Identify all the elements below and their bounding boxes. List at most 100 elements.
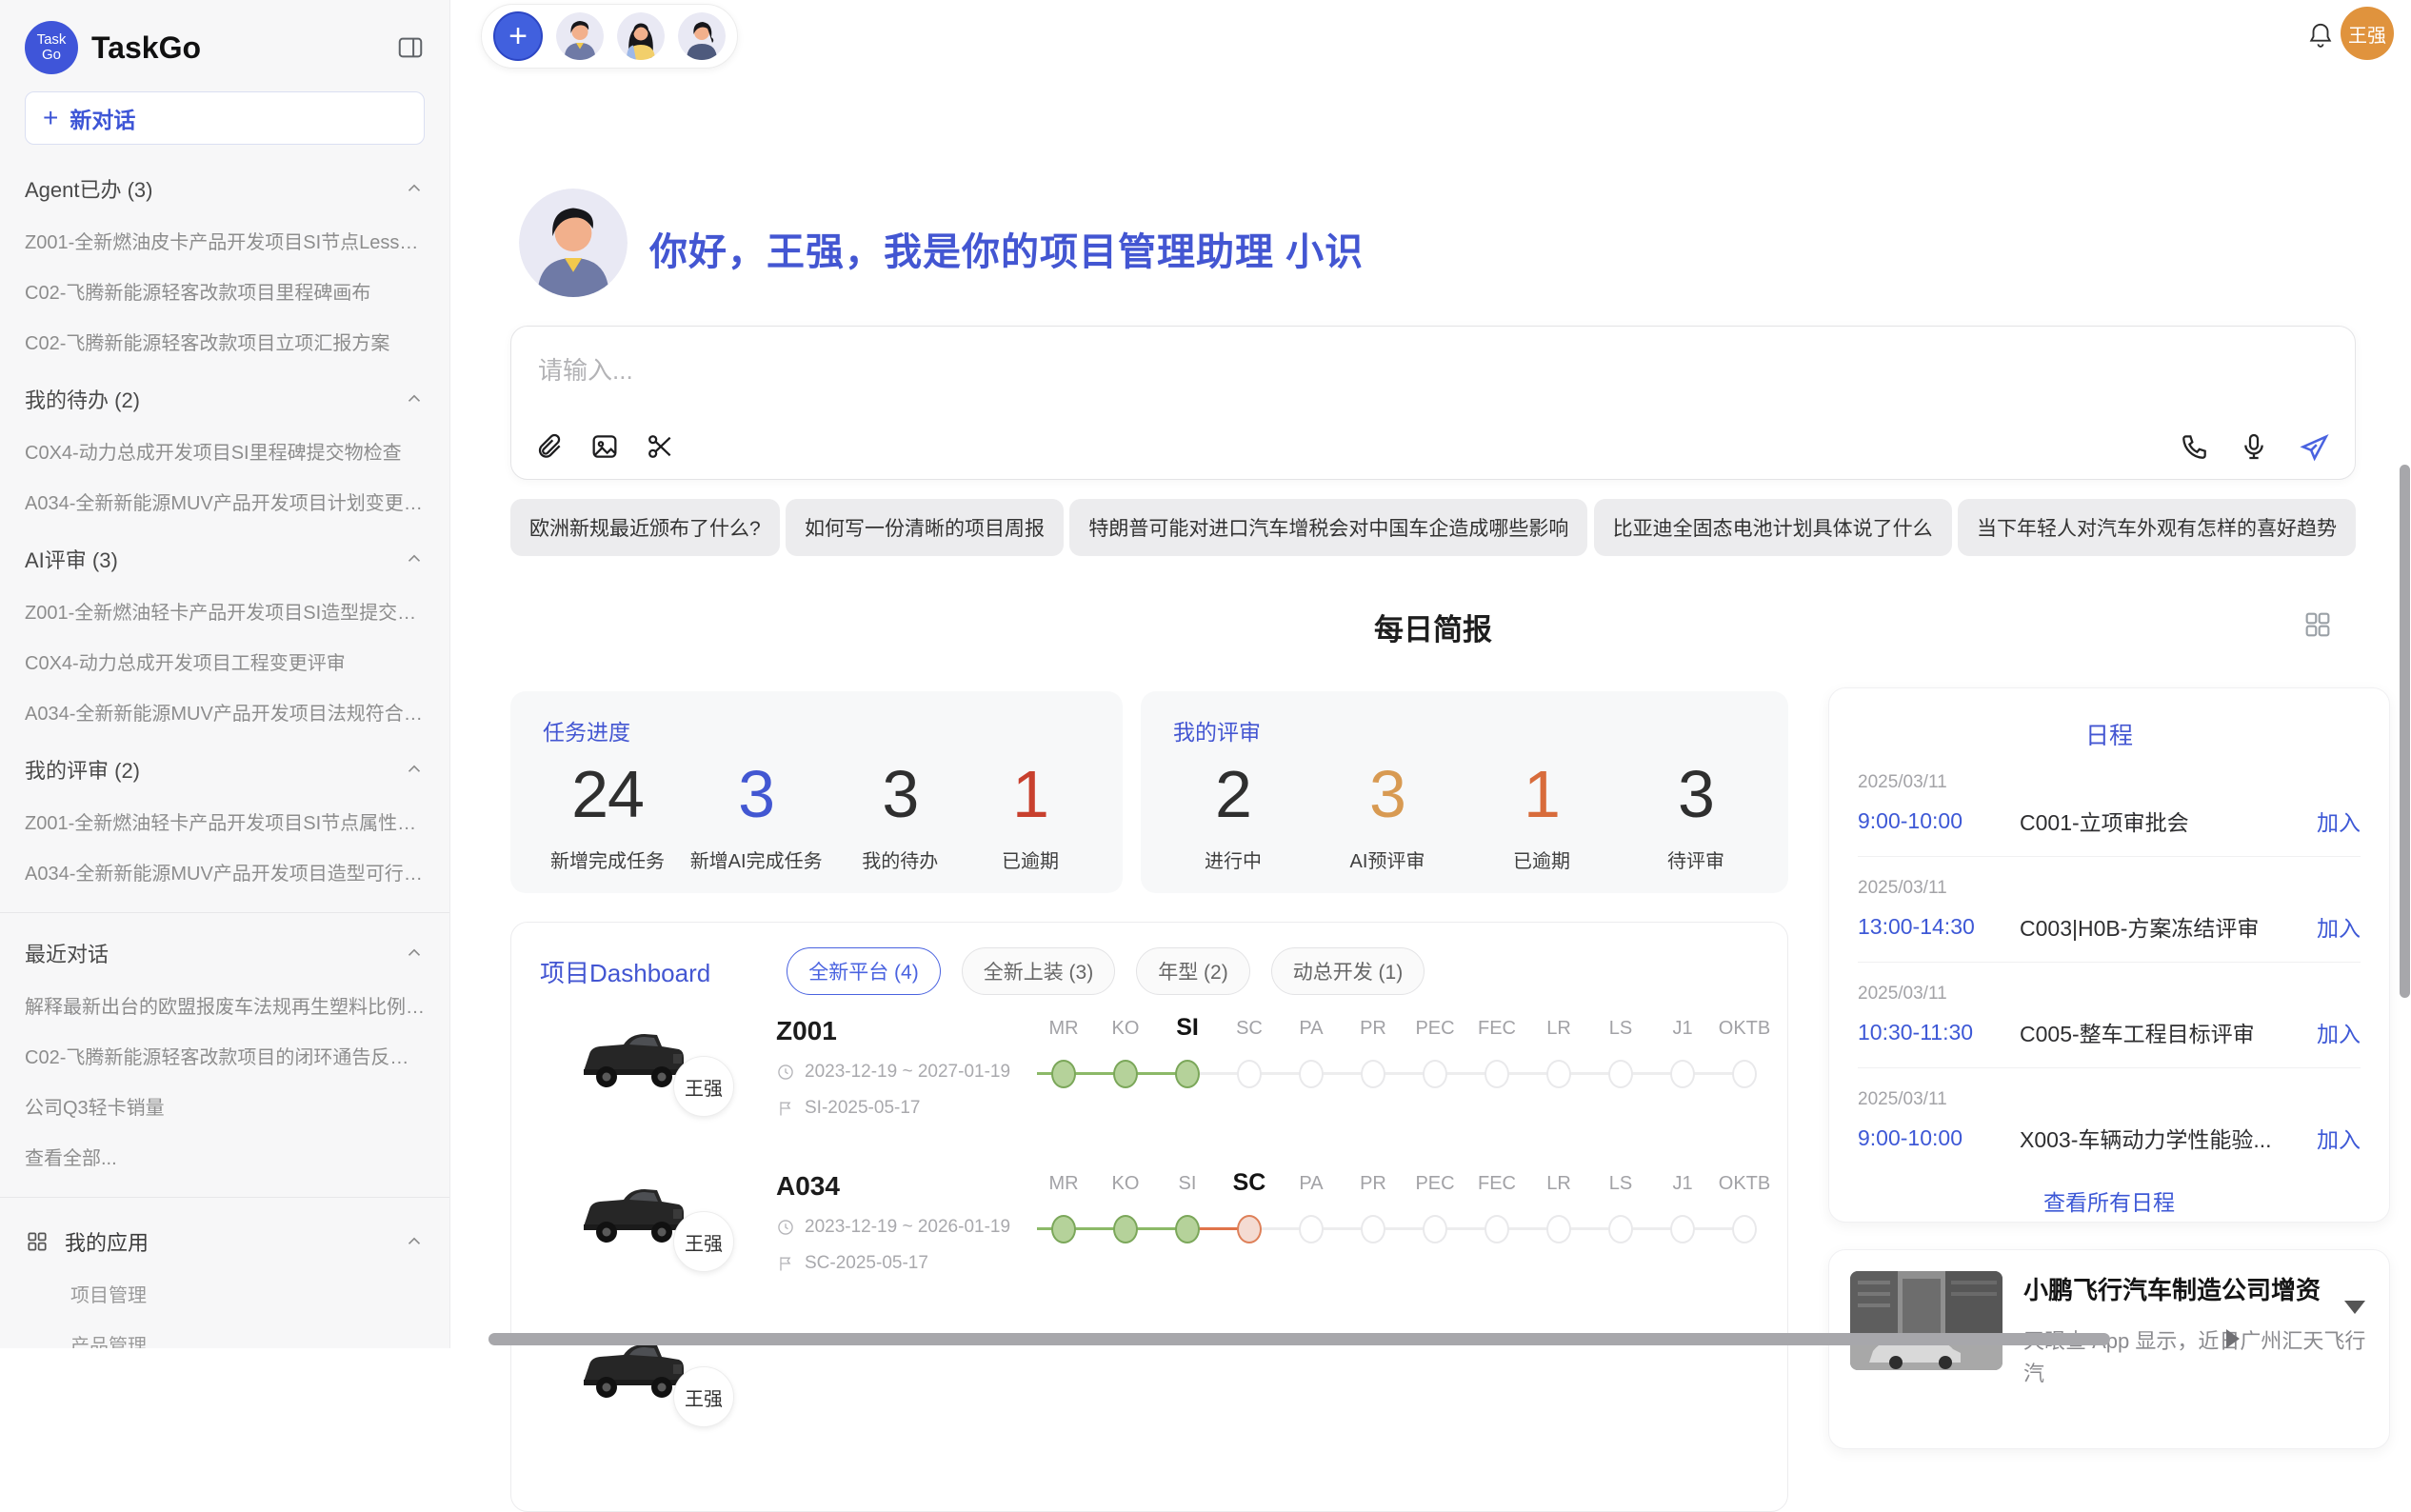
schedule-item: 2025/03/119:00-10:00X003-车辆动力学性能验...加入	[1858, 1068, 2361, 1173]
my-review-stats: 2进行中3AI预评审1已逾期3待评审	[1173, 756, 1756, 873]
app-item[interactable]: 产品管理	[70, 1330, 425, 1348]
suggestion-chip[interactable]: 当下年轻人对汽车外观有怎样的喜好趋势	[1958, 499, 2356, 556]
flag-icon	[776, 1099, 795, 1118]
join-meeting-link[interactable]: 加入	[2317, 910, 2361, 943]
agent-avatar-2[interactable]	[617, 12, 665, 60]
suggestion-chip[interactable]: 如何写一份清晰的项目周报	[786, 499, 1064, 556]
project-flag: SC-2025-05-17	[776, 1253, 928, 1274]
sidebar-section-header[interactable]: 我的评审 (2)	[25, 754, 425, 785]
milestone-dot	[1237, 1060, 1262, 1088]
schedule-time: 9:00-10:00	[1858, 1125, 2020, 1151]
join-meeting-link[interactable]: 加入	[2317, 1122, 2361, 1154]
message-composer[interactable]: 请输入...	[510, 326, 2356, 480]
schedule-items: 2025/03/119:00-10:00C001-立项审批会加入2025/03/…	[1858, 751, 2361, 1173]
sidebar-collapse-icon[interactable]	[396, 33, 425, 62]
dashboard-tab[interactable]: 年型 (2)	[1136, 947, 1250, 995]
sidebar-task-item[interactable]: C02-飞腾新能源轻客改款项目立项汇报方案	[25, 328, 425, 355]
schedule-event: C003|H0B-方案冻结评审	[2020, 910, 2317, 943]
recent-conversation-item[interactable]: 解释最新出台的欧盟报废车法规再生塑料比例被调至15%...	[25, 991, 425, 1019]
chevron-up-icon[interactable]	[404, 178, 425, 199]
sidebar-section-header[interactable]: 我的待办 (2)	[25, 384, 425, 414]
sidebar-section-header[interactable]: Agent已办 (3)	[25, 173, 425, 204]
milestone-dot	[1423, 1060, 1447, 1088]
sidebar-task-item[interactable]: C0X4-动力总成开发项目SI里程碑提交物检查	[25, 437, 425, 465]
milestone-dot	[1175, 1215, 1200, 1243]
message-input[interactable]: 请输入...	[538, 351, 2328, 387]
recent-conversation-item[interactable]: C02-飞腾新能源轻客改款项目的闭环通告反馈情况	[25, 1042, 425, 1069]
chevron-up-icon[interactable]	[404, 759, 425, 780]
join-meeting-link[interactable]: 加入	[2317, 1016, 2361, 1048]
project-flag: SI-2025-05-17	[776, 1098, 920, 1119]
recent-view-all-link[interactable]: 查看全部...	[25, 1143, 425, 1170]
milestone-dot	[1670, 1060, 1695, 1088]
suggestion-chip[interactable]: 特朗普可能对进口汽车增税会对中国车企造成哪些影响	[1069, 499, 1587, 556]
dashboard-tab[interactable]: 全新平台 (4)	[787, 947, 941, 995]
sidebar-task-item[interactable]: C0X4-动力总成开发项目工程变更评审	[25, 647, 425, 675]
join-meeting-link[interactable]: 加入	[2317, 805, 2361, 837]
recent-conversation-item[interactable]: 公司Q3轻卡销量	[25, 1092, 425, 1120]
image-icon[interactable]	[589, 431, 620, 462]
schedule-date: 2025/03/11	[1858, 1089, 2361, 1110]
sidebar-header: Task Go TaskGo	[25, 13, 425, 82]
sidebar-task-item[interactable]: Z001-全新燃油皮卡产品开发项目SI节点Lesson Learn报告	[25, 227, 425, 254]
send-icon[interactable]	[2298, 431, 2328, 462]
my-apps-label: 我的应用	[65, 1226, 149, 1257]
project-dashboard-card: 项目Dashboard 全新平台 (4)全新上装 (3)年型 (2)动总开发 (…	[510, 922, 1788, 1512]
my-apps: 我的应用项目管理产品管理变更管理查看全部...	[25, 1226, 425, 1348]
schedule-title: 日程	[1858, 717, 2361, 751]
chevron-up-icon[interactable]	[404, 943, 425, 964]
sidebar-task-item[interactable]: Z001-全新燃油轻卡产品开发项目SI节点属性5D文件评审	[25, 807, 425, 835]
project-row[interactable]: 王强Z0012023-12-19 ~ 2027-01-19SI-2025-05-…	[540, 1012, 1759, 1150]
stat-label: 新增AI完成任务	[690, 846, 823, 873]
stat-value: 3	[1644, 756, 1748, 832]
microphone-icon[interactable]	[2239, 431, 2269, 462]
briefing-layout-icon[interactable]	[2302, 609, 2333, 640]
sidebar-section-header[interactable]: AI评审 (3)	[25, 544, 425, 574]
chevron-up-icon[interactable]	[404, 388, 425, 409]
chevron-up-icon[interactable]	[404, 1231, 425, 1252]
dashboard-tab[interactable]: 全新上装 (3)	[962, 947, 1116, 995]
scissors-icon[interactable]	[645, 431, 675, 462]
new-chat-button[interactable]: + 新对话	[25, 91, 425, 145]
horizontal-scrollbar[interactable]	[488, 1333, 2110, 1345]
sidebar-task-item[interactable]: Z001-全新燃油轻卡产品开发项目SI造型提交物评审	[25, 597, 425, 625]
user-avatar[interactable]: 王强	[2341, 7, 2394, 60]
sidebar-task-item[interactable]: C02-飞腾新能源轻客改款项目里程碑画布	[25, 277, 425, 305]
phone-call-icon[interactable]	[2180, 431, 2210, 462]
suggestion-chip[interactable]: 欧洲新规最近颁布了什么?	[510, 499, 780, 556]
agent-avatar-1[interactable]	[556, 12, 604, 60]
add-agent-button[interactable]: +	[493, 11, 543, 61]
sidebar-task-item[interactable]: A034-全新新能源MUV产品开发项目造型可行性评审	[25, 858, 425, 885]
sidebar-task-item[interactable]: A034-全新新能源MUV产品开发项目法规符合性评审	[25, 698, 425, 726]
milestone-dot	[1670, 1215, 1695, 1243]
view-all-schedule-link[interactable]: 查看所有日程	[1858, 1184, 2361, 1217]
stat-label: AI预评审	[1335, 846, 1440, 873]
project-row[interactable]: 王强A0342023-12-19 ~ 2026-01-19SC-2025-05-…	[540, 1167, 1759, 1305]
clock-icon	[776, 1063, 795, 1082]
dashboard-tab[interactable]: 动总开发 (1)	[1271, 947, 1425, 995]
vertical-scrollbar[interactable]	[2400, 465, 2410, 998]
chevron-up-icon[interactable]	[404, 548, 425, 569]
notification-bell-icon[interactable]	[2306, 20, 2335, 50]
schedule-date: 2025/03/11	[1858, 878, 2361, 899]
app-item[interactable]: 项目管理	[70, 1280, 425, 1307]
attachment-icon[interactable]	[534, 431, 565, 462]
scroll-right-arrow[interactable]	[2226, 1329, 2240, 1348]
stat-label: 我的待办	[847, 846, 952, 873]
sidebar-task-item[interactable]: A034-全新新能源MUV产品开发项目计划变更表编写	[25, 487, 425, 515]
recent-conversations-header[interactable]: 最近对话	[25, 938, 425, 968]
my-apps-header[interactable]: 我的应用	[25, 1226, 425, 1257]
suggestion-chip[interactable]: 比亚迪全固态电池计划具体说了什么	[1594, 499, 1952, 556]
composer-left-icons	[534, 431, 675, 462]
scroll-down-arrow[interactable]	[2344, 1301, 2365, 1314]
section-label: 我的评审 (2)	[25, 754, 140, 785]
agent-avatar-3[interactable]	[678, 12, 726, 60]
stat-column: 1已逾期	[978, 756, 1083, 873]
schedule-event: C001-立项审批会	[2020, 805, 2317, 837]
sidebar-sections: Agent已办 (3) Z001-全新燃油皮卡产品开发项目SI节点Lesson L…	[25, 173, 425, 885]
news-card[interactable]: 小鹏飞行汽车制造公司增资 天眼查 App 显示，近日广州汇天飞行汽	[1828, 1249, 2390, 1449]
app-logo-text-top: Task	[37, 32, 67, 48]
schedule-time: 13:00-14:30	[1858, 914, 2020, 940]
task-progress-card: 任务进度 24新增完成任务3新增AI完成任务3我的待办1已逾期	[510, 691, 1123, 893]
plus-icon: +	[43, 103, 58, 133]
